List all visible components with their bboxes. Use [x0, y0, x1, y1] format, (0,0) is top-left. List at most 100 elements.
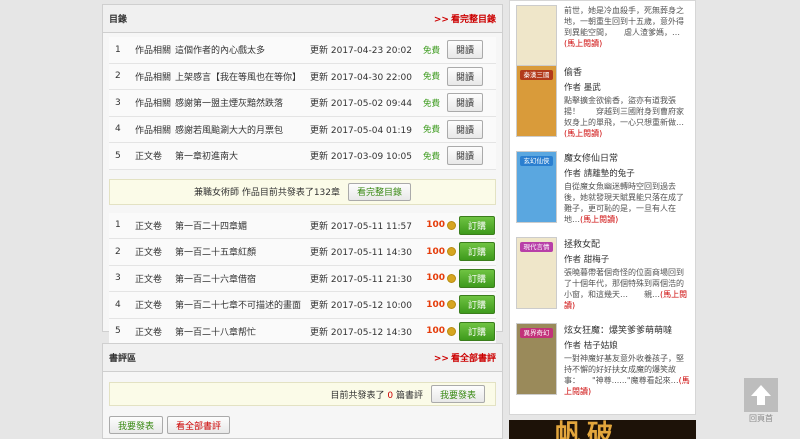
book-description: 張曉暮帶著個奇怪的位面商場回到了十個年代，那個特殊到兩個浩的小窗，和這幾天… 親…	[564, 267, 691, 311]
chapter-number: 4	[115, 124, 121, 135]
view-full-toc-link[interactable]: >> 看完整目錄	[434, 12, 496, 25]
chapter-title[interactable]: 第一百二十四章媚	[175, 219, 310, 232]
double-arrow-icon: >>	[433, 15, 449, 25]
chapter-row[interactable]: 3 作品相關 感謝第一盟主煙灰黯然跌落 更新 2017-05-02 09:44 免費 閱讀	[109, 90, 496, 117]
chapter-volume: 作品相關	[135, 72, 172, 83]
view-all-reviews-button[interactable]: 看全部書評	[167, 416, 231, 434]
chapter-title[interactable]: 第一百二十六章借宿	[175, 272, 310, 285]
chapter-volume: 正文卷	[135, 221, 163, 232]
book-title[interactable]: 魔女修仙日常	[564, 151, 691, 164]
chapter-row[interactable]: 1 正文卷 第一百二十四章媚 更新 2017-05-11 11:57 100 訂購	[109, 212, 496, 239]
chapter-updated: 更新 2017-03-09 10:05	[310, 152, 412, 163]
book-cover[interactable]: 現代言情	[516, 237, 557, 309]
chapter-number: 2	[115, 246, 121, 257]
read-now-link[interactable]: (馬上閱讀)	[564, 129, 602, 138]
book-cover[interactable]: 秦漢三國	[516, 65, 557, 137]
chapter-volume: 正文卷	[135, 152, 163, 163]
book-description: 自從魔女魚幽迷轉時空回到過去後，她就發現天賦異能只落在成了難子，更可恥的是，一旦…	[564, 181, 691, 225]
view-all-reviews-link[interactable]: >> 看全部書評	[434, 351, 496, 364]
chapter-number: 5	[115, 326, 121, 337]
book-cover[interactable]: 異界奇幻	[516, 323, 557, 395]
chapter-row[interactable]: 3 正文卷 第一百二十六章借宿 更新 2017-05-11 21:30 100 訂購	[109, 265, 496, 292]
chapter-number: 5	[115, 150, 121, 161]
recommended-book[interactable]: 秦漢三國 偷香 作者 墨武 點擊擴金欲偷香，盜亦有道我張揚！ 穿越到三國附身到曹府家奴…	[516, 65, 691, 141]
post-review-button[interactable]: 我要發表	[430, 385, 485, 403]
toc-panel: 目錄 >> 看完整目錄 1 作品相關 這個作者的內心戲太多 更新 2017-04-23 …	[102, 4, 503, 345]
read-now-link[interactable]: (馬上閱讀)	[580, 215, 618, 224]
book-info: 偷香 作者 墨武 點擊擴金欲偷香，盜亦有道我張揚！ 穿越到三國附身到曹府家奴身上的單…	[564, 65, 691, 139]
chapter-title[interactable]: 第一百二十五章紅顏	[175, 245, 310, 258]
chapter-row[interactable]: 5 正文卷 第一百二十八章帮忙 更新 2017-05-12 14:30 100 訂購	[109, 318, 496, 345]
chapter-updated: 更新 2017-05-11 21:30	[310, 274, 412, 285]
chapter-title[interactable]: 第一百二十七章不可描述的畫面	[175, 298, 310, 311]
read-now-link[interactable]: (馬上閱讀)	[564, 39, 602, 48]
chapter-updated: 更新 2017-05-11 11:57	[310, 221, 412, 232]
chapter-row[interactable]: 2 正文卷 第一百二十五章紅顏 更新 2017-05-11 14:30 100 訂購	[109, 239, 496, 266]
recommended-book[interactable]: 玄幻仙俠 魔女修仙日常 作者 請離墊的兔子 自從魔女魚幽迷轉時空回到過去後，她就發現天…	[516, 151, 691, 227]
free-badge: 免費	[423, 151, 441, 162]
recommended-books-sidebar: 前世，她是冷血殺手，死無葬身之地，一朝重生回到十五歲，意外得到異能空間， 虐人渣…	[509, 0, 696, 415]
chapter-title[interactable]: 第一章初進南大	[175, 149, 310, 162]
chapter-row[interactable]: 5 正文卷 第一章初進南大 更新 2017-03-09 10:05 免費 閱讀	[109, 143, 496, 170]
chapter-updated: 更新 2017-04-30 22:00	[310, 72, 412, 83]
chapter-number: 2	[115, 71, 121, 82]
recommended-book[interactable]: 異界奇幻 炫女狂魔：爆笑爹爹萌萌噠 作者 桔子姑娘 一對神魔好基友意外收養孩子，堅持不…	[516, 323, 691, 399]
back-to-top-button[interactable]	[744, 378, 778, 412]
buy-button[interactable]: 訂購	[459, 268, 495, 288]
book-cover[interactable]: 玄幻仙俠	[516, 151, 557, 223]
chapter-number: 1	[115, 220, 121, 231]
read-button[interactable]: 閱讀	[447, 66, 483, 86]
read-button[interactable]: 閱讀	[447, 93, 483, 113]
coin-icon	[447, 220, 456, 230]
chapter-row[interactable]: 2 作品相關 上架感言【我在等風也在等你】 更新 2017-04-30 22:00 免費…	[109, 63, 496, 90]
chapter-count-notice: 兼職女術師 作品目前共發表了132章 看完整目錄	[109, 178, 496, 205]
book-title[interactable]: 炫女狂魔：爆笑爹爹萌萌噠	[564, 323, 691, 336]
chapter-volume: 作品相關	[135, 125, 172, 136]
chapter-title[interactable]: 上架感言【我在等風也在等你】	[175, 70, 310, 83]
review-title: 書評區	[109, 354, 137, 364]
chapter-row[interactable]: 4 作品相關 感謝若風颱涮大大的月票包 更新 2017-05-04 01:19 免費 閱讀	[109, 116, 496, 143]
review-actions: 我要發表 看全部書評	[109, 416, 496, 434]
chapter-title[interactable]: 感謝若風颱涮大大的月票包	[175, 123, 310, 136]
book-title[interactable]: 拯救女配	[564, 237, 691, 250]
chapter-row[interactable]: 1 作品相關 這個作者的內心戲太多 更新 2017-04-23 20:02 免費 閱讀	[109, 37, 496, 64]
book-info: 炫女狂魔：爆笑爹爹萌萌噠 作者 桔子姑娘 一對神魔好基友意外收養孩子，堅持不懈的好好…	[564, 323, 691, 397]
buy-button[interactable]: 訂購	[459, 295, 495, 315]
view-full-toc-button[interactable]: 看完整目錄	[348, 182, 412, 201]
chapter-volume: 作品相關	[135, 46, 172, 57]
book-author: 作者 墨武	[564, 83, 601, 93]
ad-banner[interactable]: 帆破	[509, 420, 696, 439]
read-button[interactable]: 閱讀	[447, 119, 483, 139]
genre-tag: 玄幻仙俠	[520, 156, 553, 166]
free-badge: 免費	[423, 98, 441, 109]
buy-button[interactable]: 訂購	[459, 242, 495, 262]
chapter-price: 100	[426, 299, 445, 310]
back-to-top-label[interactable]: 回頁首	[743, 413, 779, 424]
chapter-row[interactable]: 4 正文卷 第一百二十七章不可描述的畫面 更新 2017-05-12 10:00 100…	[109, 292, 496, 319]
book-info: 魔女修仙日常 作者 請離墊的兔子 自從魔女魚幽迷轉時空回到過去後，她就發現天賦異能只…	[564, 151, 691, 225]
chapter-updated: 更新 2017-05-12 14:30	[310, 327, 412, 338]
book-title[interactable]: 偷香	[564, 65, 691, 78]
post-review-button-secondary[interactable]: 我要發表	[109, 416, 164, 434]
read-button[interactable]: 閱讀	[447, 40, 483, 60]
double-arrow-icon: >>	[433, 354, 449, 364]
free-badge: 免費	[423, 72, 441, 83]
chapter-title[interactable]: 感謝第一盟主煙灰黯然跌落	[175, 96, 310, 109]
chapter-volume: 正文卷	[135, 327, 163, 338]
coin-icon	[447, 247, 456, 257]
free-badge: 免費	[423, 125, 441, 136]
buy-button[interactable]: 訂購	[459, 215, 495, 235]
view-full-toc-label: 看完整目錄	[450, 15, 496, 25]
buy-button[interactable]: 訂購	[459, 321, 495, 341]
coin-icon	[447, 273, 456, 283]
recommended-book[interactable]: 現代言情 拯救女配 作者 甜梅子 張曉暮帶著個奇怪的位面商場回到了十個年代，那個特殊到…	[516, 237, 691, 313]
chapter-price: 100	[426, 273, 445, 284]
review-count-box: 目前共發表了 0 篇書評 我要發表	[109, 382, 496, 406]
paid-chapter-list: 1 正文卷 第一百二十四章媚 更新 2017-05-11 11:57 100 訂購 2 正文卷…	[109, 212, 496, 345]
chapter-updated: 更新 2017-05-11 14:30	[310, 248, 412, 259]
chapter-number: 1	[115, 44, 121, 55]
chapter-title[interactable]: 第一百二十八章帮忙	[175, 325, 310, 338]
chapter-title[interactable]: 這個作者的內心戲太多	[175, 43, 310, 56]
read-button[interactable]: 閱讀	[447, 146, 483, 166]
book-info: 拯救女配 作者 甜梅子 張曉暮帶著個奇怪的位面商場回到了十個年代，那個特殊到兩個浩的…	[564, 237, 691, 311]
